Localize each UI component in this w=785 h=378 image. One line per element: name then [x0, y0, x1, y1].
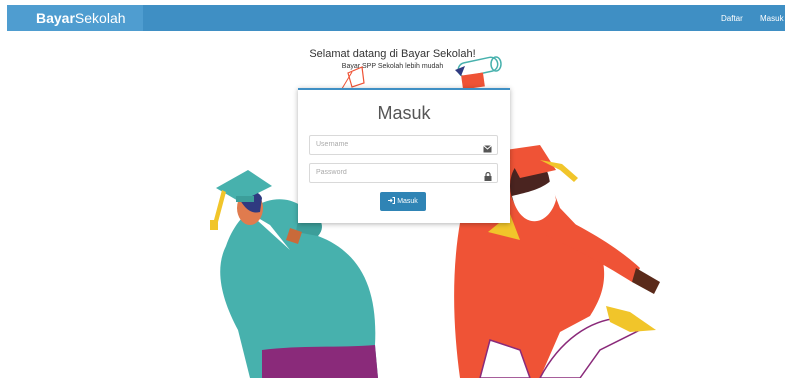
welcome-heading: Selamat datang di Bayar Sekolah! — [309, 48, 476, 60]
sign-in-icon — [388, 197, 396, 206]
diploma-scroll-illustration — [455, 56, 502, 90]
tagline: Bayar SPP Sekolah lebih mudah — [341, 63, 444, 70]
nav-link-masuk[interactable]: Masuk — [760, 14, 784, 23]
brand-logo[interactable]: BayarSekolah — [36, 10, 126, 26]
password-field[interactable] — [309, 163, 498, 183]
username-field[interactable] — [309, 135, 498, 155]
envelope-icon — [483, 140, 492, 158]
nav-link-daftar[interactable]: Daftar — [721, 14, 743, 23]
brand-rest: Sekolah — [74, 10, 126, 26]
navbar: BayarSekolah Daftar Masuk — [7, 5, 785, 31]
username-input[interactable] — [316, 138, 476, 151]
login-submit-label: Masuk — [397, 198, 418, 205]
brand-box: BayarSekolah — [7, 5, 143, 31]
login-title: Masuk — [377, 103, 431, 123]
password-input[interactable] — [316, 166, 476, 179]
login-submit-button[interactable]: Masuk — [380, 192, 426, 211]
brand-bold: Bayar — [36, 10, 75, 26]
login-card: Masuk Masuk — [298, 88, 510, 223]
lock-icon — [484, 168, 492, 186]
